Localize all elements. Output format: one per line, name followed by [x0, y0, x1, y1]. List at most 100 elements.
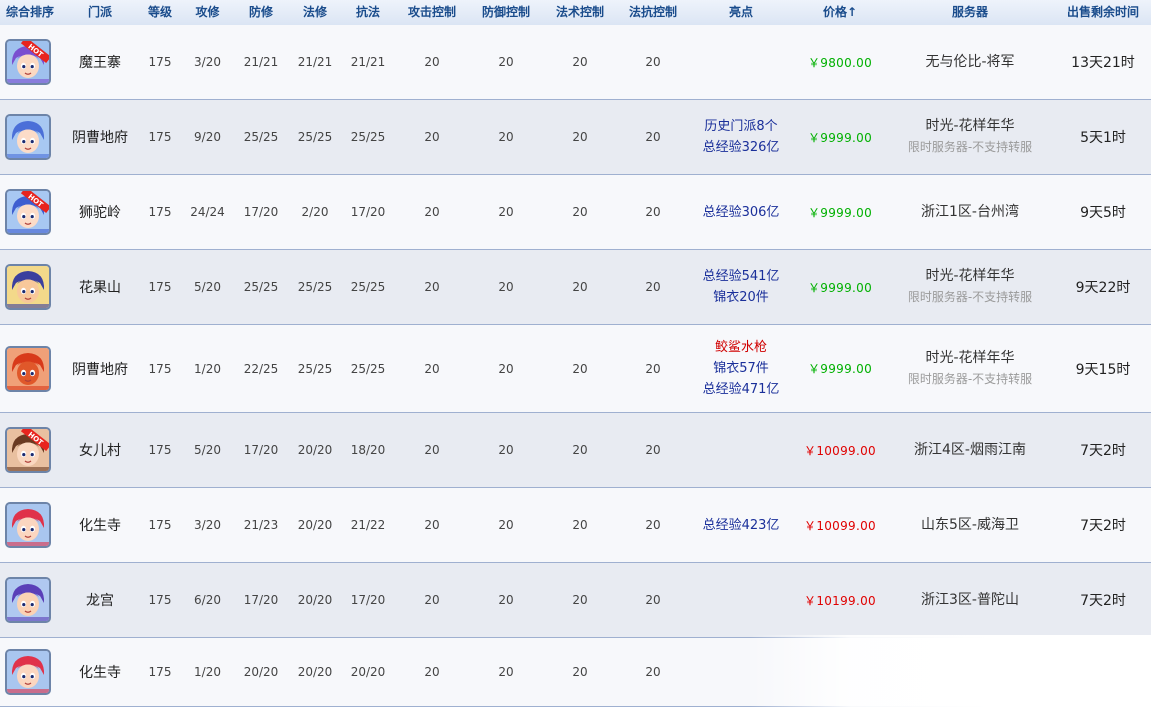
atk-control-cell: 20 — [424, 280, 440, 294]
time-remaining-cell: 9天22时 — [1075, 280, 1131, 296]
atk-control-cell: 20 — [424, 205, 440, 219]
price-cell: ￥9999.00 — [807, 130, 873, 145]
time-remaining-cell — [1055, 638, 1151, 706]
character-avatar[interactable] — [5, 114, 51, 160]
red-hair-icon — [7, 504, 49, 546]
def-control-cell: 20 — [498, 443, 514, 457]
time-remaining-cell: 7天2时 — [1080, 518, 1126, 534]
table-row[interactable]: 花果山 175 5/20 25/25 25/25 25/25 20 20 20 20 9天22时 总经… — [0, 250, 1151, 325]
price-sort-header[interactable]: 价格↑ — [790, 0, 890, 25]
price-cell: ￥10099.00 — [804, 443, 876, 458]
res-control-header[interactable]: 法抗控制 — [617, 0, 689, 25]
def-cultivation-cell: 17/20 — [243, 593, 279, 607]
table-row[interactable]: HOT 女儿村 175 5/20 17/20 20/20 18/20 20 20 20 20 7天2… — [0, 413, 1151, 488]
time-remaining-header[interactable]: 出售剩余时间 — [1055, 0, 1151, 25]
server-note: 限时服务器-不支持转服 — [907, 290, 1033, 304]
def-cultivation-cell: 17/20 — [243, 205, 279, 219]
time-remaining-cell: 5天1时 — [1080, 130, 1126, 146]
mag-control-cell: 20 — [572, 518, 588, 532]
character-avatar[interactable] — [5, 649, 51, 695]
mag-cultivation-cell: 25/25 — [297, 361, 333, 376]
server-note: 限时服务器-不支持转服 — [907, 371, 1033, 386]
def-cultivation-cell: 21/23 — [243, 518, 279, 532]
def-control-cell: 20 — [498, 361, 514, 376]
highlight-text: 锦衣20件 — [713, 290, 769, 305]
table-row[interactable]: 化生寺 175 3/20 21/23 20/20 21/22 20 20 20 20 7天2时 总经验… — [0, 488, 1151, 563]
monkey-boy-icon — [7, 266, 49, 308]
mag-cultivation-cell: 20/20 — [297, 443, 333, 457]
mag-cultivation-cell: 21/21 — [297, 55, 333, 69]
character-avatar[interactable]: HOT — [5, 189, 51, 235]
res-cultivation-cell: 17/20 — [350, 593, 386, 607]
character-avatar[interactable] — [5, 264, 51, 310]
atk-cultivation-header[interactable]: 攻修 — [185, 0, 230, 25]
def-control-cell: 20 — [498, 593, 514, 607]
girl-hot-icon: HOT — [7, 429, 49, 471]
purple-boy-icon — [7, 579, 49, 621]
table-row[interactable]: 龙宫 175 6/20 17/20 20/20 17/20 20 20 20 20 7天2时 ￥101… — [0, 563, 1151, 638]
character-avatar[interactable] — [5, 577, 51, 623]
level-cell: 175 — [148, 665, 172, 679]
def-control-header[interactable]: 防御控制 — [470, 0, 542, 25]
school-cell: 化生寺 — [79, 518, 121, 534]
def-control-cell: 20 — [498, 55, 514, 69]
res-control-cell: 20 — [645, 593, 661, 607]
res-cultivation-cell: 25/25 — [350, 361, 386, 376]
sort-overall-header[interactable]: 综合排序 — [0, 0, 60, 25]
level-cell: 175 — [148, 593, 172, 607]
table-row[interactable]: HOT 魔王寨 175 3/20 21/21 21/21 21/21 20 20 20 20 13天… — [0, 25, 1151, 100]
character-avatar[interactable] — [5, 346, 51, 392]
def-cultivation-cell: 25/25 — [243, 130, 279, 144]
res-control-cell: 20 — [645, 443, 661, 457]
table-row[interactable]: HOT 狮驼岭 175 24/24 17/20 2/20 17/20 20 20 20 20 9天5… — [0, 175, 1151, 250]
mag-control-header[interactable]: 法术控制 — [544, 0, 616, 25]
price-cell — [790, 638, 890, 706]
res-control-cell: 20 — [645, 205, 661, 219]
mag-control-cell: 20 — [572, 593, 588, 607]
level-cell: 175 — [148, 55, 172, 69]
server-name: 无与伦比-将军 — [925, 53, 1015, 70]
server-note: 限时服务器-不支持转服 — [907, 140, 1033, 154]
character-avatar[interactable] — [5, 502, 51, 548]
table-header: 综合排序 门派 等级 攻修 防修 法修 抗法 攻击控制 防御控制 法术控制 法抗… — [0, 0, 1151, 26]
mag-cultivation-cell: 25/25 — [297, 130, 333, 144]
def-cultivation-header[interactable]: 防修 — [235, 0, 287, 25]
time-remaining-cell: 9天5时 — [1080, 205, 1126, 221]
highlight-text: 总经验306亿 — [702, 204, 780, 220]
time-remaining-cell: 13天21时 — [1071, 55, 1135, 71]
level-header[interactable]: 等级 — [135, 0, 185, 25]
server-cell: 浙江1区-台州湾 — [900, 175, 1040, 249]
res-cultivation-header[interactable]: 抗法 — [342, 0, 394, 25]
mag-cultivation-cell: 20/20 — [297, 593, 333, 607]
mag-cultivation-header[interactable]: 法修 — [290, 0, 340, 25]
atk-control-cell: 20 — [424, 593, 440, 607]
server-name: 时光-花样年华 — [925, 118, 1015, 134]
server-name: 浙江4区-烟雨江南 — [914, 441, 1026, 458]
table-row[interactable]: 阴曹地府 175 1/20 22/25 25/25 25/25 20 20 20 20 9天15时 鲛… — [0, 325, 1151, 413]
school-cell: 魔王寨 — [79, 55, 121, 71]
def-control-cell: 20 — [498, 518, 514, 532]
def-control-cell: 20 — [498, 205, 514, 219]
character-avatar[interactable]: HOT — [5, 427, 51, 473]
atk-control-cell: 20 — [424, 443, 440, 457]
server-cell: 时光-花样年华 限时服务器-不支持转服 — [900, 325, 1040, 412]
table-row[interactable]: 阴曹地府 175 9/20 25/25 25/25 25/25 20 20 20 20 5天1时 历史… — [0, 100, 1151, 175]
atk-control-header[interactable]: 攻击控制 — [396, 0, 468, 25]
mag-control-cell: 20 — [572, 55, 588, 69]
school-cell: 女儿村 — [79, 443, 121, 459]
res-cultivation-cell: 21/22 — [350, 518, 386, 532]
character-avatar[interactable]: HOT — [5, 39, 51, 85]
school-cell: 阴曹地府 — [72, 361, 128, 378]
highlight-text: 历史门派8个 — [704, 119, 778, 134]
res-control-cell: 20 — [645, 130, 661, 144]
table-row[interactable]: 化生寺 175 1/20 20/20 20/20 20/20 20 20 20 20 — [0, 638, 1151, 707]
price-cell: ￥9999.00 — [807, 362, 873, 376]
mag-control-cell: 20 — [572, 130, 588, 144]
server-cell: 无与伦比-将军 — [900, 25, 1040, 99]
server-header: 服务器 — [951, 5, 988, 19]
atk-cultivation-cell: 3/20 — [194, 55, 221, 69]
highlight-cell: 历史门派8个 总经验326亿 — [700, 100, 782, 174]
highlight-cell: 总经验423亿 — [700, 488, 782, 562]
mag-cultivation-cell: 25/25 — [297, 280, 333, 294]
level-cell: 175 — [148, 130, 172, 144]
